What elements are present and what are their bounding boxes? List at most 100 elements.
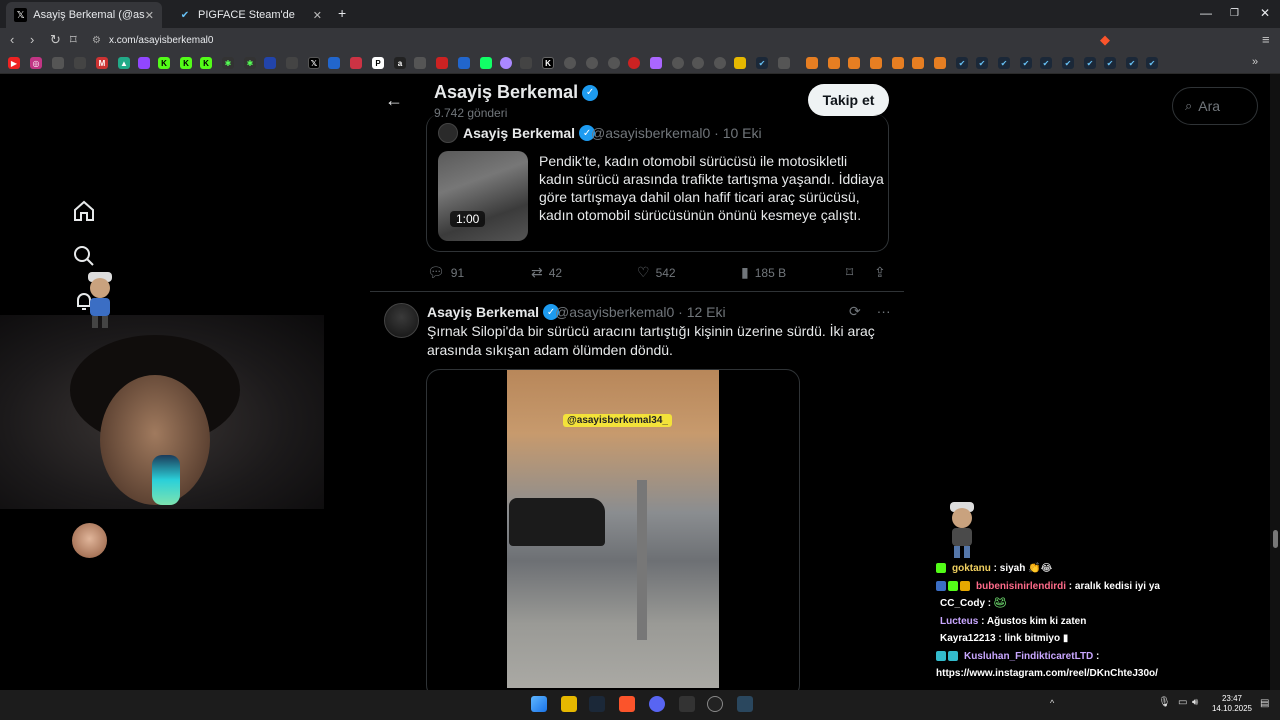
bookmark-icon[interactable] xyxy=(934,57,946,69)
kick-bookmark-icon[interactable]: K xyxy=(158,57,170,69)
search-icon[interactable] xyxy=(72,244,96,268)
new-tab-button[interactable]: + xyxy=(338,5,346,21)
bookmark-icon[interactable] xyxy=(608,57,620,69)
kick-bookmark-icon[interactable]: K xyxy=(200,57,212,69)
network-icon[interactable]: ▭ xyxy=(1178,697,1187,708)
bookmark-button[interactable]: ⌑ xyxy=(846,264,859,281)
reply-button[interactable]: 💬︎ 91 xyxy=(427,264,464,281)
more-options-icon[interactable]: ··· xyxy=(877,303,891,319)
quoted-author-name[interactable]: Asayiş Berkemal ✓ xyxy=(463,125,596,141)
site-info-icon[interactable]: ⚙ xyxy=(92,35,101,46)
steam-bookmark-icon[interactable]: ✔ xyxy=(976,57,988,69)
bookmark-icon[interactable]: ⌑ xyxy=(70,32,77,48)
brave-taskbar-icon[interactable] xyxy=(619,696,635,712)
like-button[interactable]: ♡ 542 xyxy=(637,264,676,281)
kick-bookmark-icon[interactable]: K xyxy=(180,57,192,69)
bookmark-icon[interactable] xyxy=(692,57,704,69)
x-bookmark-icon[interactable]: 𝕏 xyxy=(308,57,320,69)
home-icon[interactable] xyxy=(72,199,96,223)
microphone-tray-icon[interactable]: 🎙︎ xyxy=(1158,697,1171,708)
bookmark-icon[interactable] xyxy=(414,57,426,69)
steam-taskbar-icon[interactable] xyxy=(737,696,753,712)
gmail-bookmark-icon[interactable]: M xyxy=(96,57,108,69)
steam-bookmark-icon[interactable]: ✔ xyxy=(1062,57,1074,69)
bookmark-icon[interactable] xyxy=(350,57,362,69)
restore-button[interactable]: ❐ xyxy=(1230,8,1239,19)
notification-center-icon[interactable]: ▤ xyxy=(1260,698,1269,709)
bookmark-icon[interactable] xyxy=(848,57,860,69)
search-input[interactable]: ⌕ Ara xyxy=(1172,87,1258,125)
steam-bookmark-icon[interactable]: ✔ xyxy=(1104,57,1116,69)
bookmark-icon[interactable]: ✱ xyxy=(244,57,256,69)
volume-icon[interactable]: 🔊︎ xyxy=(1192,697,1198,708)
tab-steam[interactable]: ✔ PIGFACE Steam'de ✕ xyxy=(170,2,330,28)
obs-taskbar-icon[interactable] xyxy=(707,696,723,712)
bookmark-icon[interactable] xyxy=(436,57,448,69)
bookmark-icon[interactable] xyxy=(628,57,640,69)
bookmark-icon[interactable]: P xyxy=(372,57,384,69)
discord-taskbar-icon[interactable] xyxy=(649,696,665,712)
bookmark-icon[interactable] xyxy=(778,57,790,69)
scrollbar-thumb[interactable] xyxy=(1273,530,1278,548)
steam-bookmark-icon[interactable]: ✔ xyxy=(956,57,968,69)
steam-bookmark-icon[interactable]: ✔ xyxy=(1020,57,1032,69)
bookmark-icon[interactable] xyxy=(650,57,662,69)
close-window-button[interactable]: ✕ xyxy=(1260,6,1270,20)
bookmark-icon[interactable]: K xyxy=(542,57,554,69)
bookmark-icon[interactable] xyxy=(564,57,576,69)
repost-button[interactable]: ⇄ 42 xyxy=(531,264,562,281)
bookmark-icon[interactable] xyxy=(74,57,86,69)
bookmark-icon[interactable] xyxy=(912,57,924,69)
bookmark-icon[interactable] xyxy=(520,57,532,69)
post-video[interactable]: @asayisberkemal34_ xyxy=(507,370,719,688)
quoted-video-thumbnail[interactable]: 1:00 xyxy=(438,151,528,241)
steam-bookmark-icon[interactable]: ✔ xyxy=(1040,57,1052,69)
back-nav-icon[interactable]: ‹ xyxy=(10,32,14,47)
steam-taskbar-icon[interactable] xyxy=(589,696,605,712)
steam-bookmark-icon[interactable]: ✔ xyxy=(1084,57,1096,69)
forward-nav-icon[interactable]: › xyxy=(30,32,34,47)
file-explorer-icon[interactable] xyxy=(561,696,577,712)
app-taskbar-icon[interactable] xyxy=(679,696,695,712)
youtube-bookmark-icon[interactable]: ▶ xyxy=(8,57,20,69)
drive-bookmark-icon[interactable]: ▲ xyxy=(118,57,130,69)
bookmark-icon[interactable] xyxy=(52,57,64,69)
folder-bookmark-icon[interactable] xyxy=(734,57,746,69)
bookmark-icon[interactable] xyxy=(264,57,276,69)
bookmark-icon[interactable] xyxy=(870,57,882,69)
steam-bookmark-icon[interactable]: ✔ xyxy=(998,57,1010,69)
amazon-bookmark-icon[interactable]: a xyxy=(394,57,406,69)
grok-icon[interactable]: ⟳ xyxy=(849,303,861,319)
steam-bookmark-icon[interactable]: ✔ xyxy=(1126,57,1138,69)
tray-chevron-icon[interactable]: ^ xyxy=(1050,698,1054,708)
tab-x-profile[interactable]: 𝕏 Asayiş Berkemal (@asayisberkem ✕ xyxy=(6,2,162,28)
taskbar-clock[interactable]: 23:47 14.10.2025 xyxy=(1206,694,1258,714)
close-tab-icon[interactable]: ✕ xyxy=(145,9,154,22)
more-bookmarks-icon[interactable]: » xyxy=(1252,56,1258,68)
bookmark-icon[interactable] xyxy=(500,57,512,69)
steam-bookmark-icon[interactable]: ✔ xyxy=(756,57,768,69)
share-button[interactable]: ⇪ xyxy=(874,264,892,281)
avatar[interactable] xyxy=(72,523,107,558)
minimize-button[interactable]: — xyxy=(1200,6,1212,20)
close-tab-icon[interactable]: ✕ xyxy=(313,9,322,22)
instagram-bookmark-icon[interactable]: ◎ xyxy=(30,57,42,69)
follow-button[interactable]: Takip et xyxy=(808,84,889,116)
bookmark-icon[interactable] xyxy=(828,57,840,69)
bookmark-icon[interactable] xyxy=(672,57,684,69)
back-arrow-icon[interactable]: ← xyxy=(385,90,403,111)
menu-icon[interactable]: ≡ xyxy=(1262,32,1270,47)
views-button[interactable]: ▮ 185 B xyxy=(741,264,786,281)
bookmark-icon[interactable] xyxy=(480,57,492,69)
reload-icon[interactable]: ↻ xyxy=(50,32,61,48)
bookmark-icon[interactable] xyxy=(714,57,726,69)
bookmark-icon[interactable] xyxy=(458,57,470,69)
steam-bookmark-icon[interactable]: ✔ xyxy=(1146,57,1158,69)
avatar[interactable] xyxy=(384,303,419,338)
twitch-bookmark-icon[interactable] xyxy=(138,57,150,69)
bookmark-icon[interactable] xyxy=(328,57,340,69)
url-field[interactable]: ⚙ x.com/asayisberkemal0 xyxy=(92,30,1122,50)
bookmark-icon[interactable] xyxy=(806,57,818,69)
avatar[interactable] xyxy=(438,123,458,143)
bookmark-icon[interactable] xyxy=(586,57,598,69)
